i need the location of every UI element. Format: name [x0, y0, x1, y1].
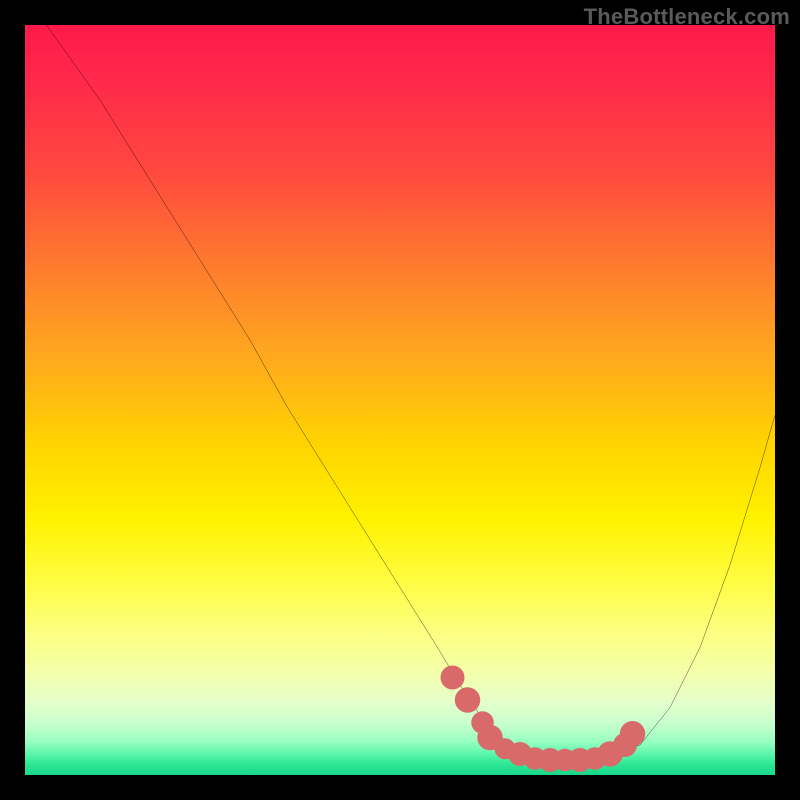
marker-dot	[441, 666, 465, 690]
chart-frame: TheBottleneck.com	[0, 0, 800, 800]
marker-dot	[455, 687, 481, 713]
plot-area	[25, 25, 775, 775]
marker-dot	[620, 721, 646, 747]
marker-layer	[25, 25, 775, 775]
watermark-text: TheBottleneck.com	[584, 4, 790, 30]
